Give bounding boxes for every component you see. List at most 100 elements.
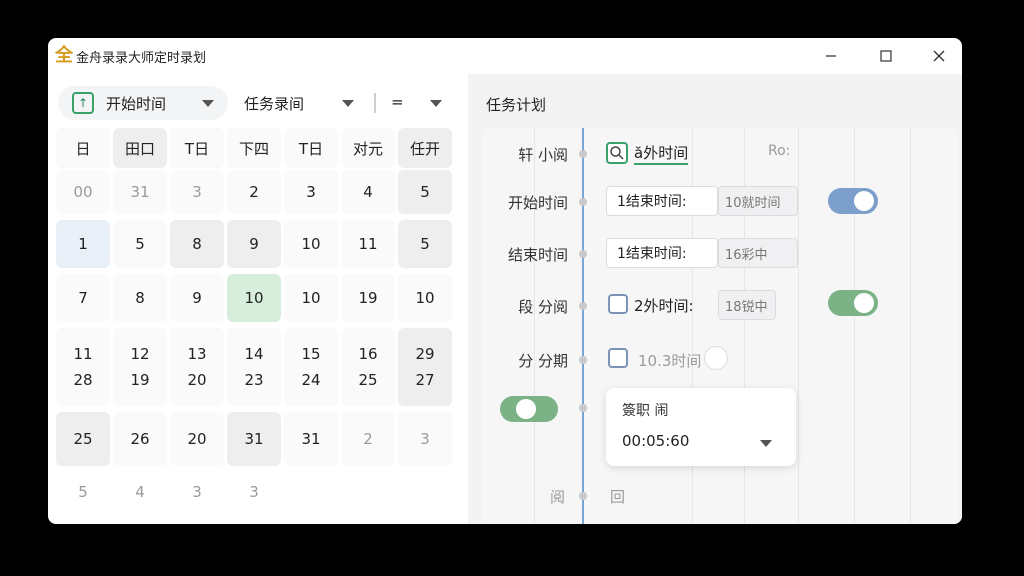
calendar-day[interactable]: 3: [227, 472, 281, 512]
calendar-day[interactable]: 5: [398, 220, 452, 268]
calendar-day[interactable]: 1: [56, 220, 110, 268]
grid-line: [798, 128, 799, 524]
calendar-day[interactable]: 10: [284, 274, 338, 322]
end-time-field[interactable]: 1结束时间:: [606, 238, 718, 268]
calendar-day[interactable]: 25: [56, 412, 110, 466]
calendar-day[interactable]: 3: [284, 170, 338, 214]
plan-row-label: 段 分阅: [518, 298, 568, 316]
calendar-day[interactable]: 2: [341, 412, 395, 466]
chevron-down-icon: [342, 100, 354, 107]
day-number: 23: [244, 371, 264, 389]
calendar-day[interactable]: 26: [113, 412, 167, 466]
timeline-dot: [579, 150, 587, 158]
calendar-day[interactable]: 3: [398, 412, 452, 466]
day-number: 24: [301, 371, 321, 389]
calendar-day[interactable]: 5: [398, 170, 452, 214]
start-time-toggle[interactable]: [828, 188, 878, 214]
calendar-day[interactable]: 8: [170, 220, 224, 268]
calendar-day[interactable]: 11: [341, 220, 395, 268]
day-number: 20: [187, 371, 207, 389]
calendar-day[interactable]: 31: [113, 170, 167, 214]
title-bar: 全 金舟录录大师定时录划: [48, 38, 962, 74]
day-number: 12: [130, 345, 150, 363]
plan-row-label: 分 分期: [518, 352, 568, 370]
calendar-day-pair[interactable]: 13 20: [170, 328, 224, 406]
timeline-dot: [579, 404, 587, 412]
calendar-day-selected[interactable]: 10: [227, 274, 281, 322]
search-button[interactable]: [606, 142, 628, 164]
calendar-day[interactable]: 9: [170, 274, 224, 322]
day-number: 15: [301, 345, 321, 363]
calendar-day-pair[interactable]: 16 25: [341, 328, 395, 406]
calendar-day-pair[interactable]: 11 28: [56, 328, 110, 406]
chevron-down-icon: [202, 100, 214, 107]
schedule-toggle[interactable]: [500, 396, 558, 422]
timeline-dot: [579, 356, 587, 364]
minimize-icon: [825, 47, 837, 66]
day-number: 25: [358, 371, 378, 389]
duration-value[interactable]: 00:05:60: [622, 432, 689, 450]
calendar-day-pair[interactable]: 29 27: [398, 328, 452, 406]
segment-checkbox[interactable]: [608, 294, 628, 314]
start-time-field[interactable]: 1结束时间:: [606, 186, 718, 216]
chevron-down-icon[interactable]: [760, 440, 772, 447]
toggle-knob: [854, 191, 874, 211]
calendar-day[interactable]: 4: [341, 170, 395, 214]
end-time-sub-field[interactable]: 16彩中: [718, 238, 798, 268]
chevron-down-icon[interactable]: [430, 100, 442, 107]
minimize-button[interactable]: [808, 38, 854, 74]
app-logo-icon: 全: [55, 45, 73, 66]
toggle-knob: [516, 399, 536, 419]
app-window: 全 金舟录录大师定时录划 ↑ 开始时间 任务录间 = 日 田口 T日 下四 T日…: [48, 38, 962, 524]
weekday-header: 田口: [113, 128, 167, 168]
calendar-day[interactable]: 3: [170, 170, 224, 214]
plan-row-label: 结束时间: [507, 246, 568, 264]
period-checkbox[interactable]: [608, 348, 628, 368]
calendar-day[interactable]: 3: [170, 472, 224, 512]
calendar-day[interactable]: 10: [398, 274, 452, 322]
calendar-day[interactable]: 7: [56, 274, 110, 322]
calendar-day-pair[interactable]: 12 19: [113, 328, 167, 406]
calendar-day-pair[interactable]: 14 23: [227, 328, 281, 406]
calendar-day[interactable]: 31: [227, 412, 281, 466]
maximize-button[interactable]: [863, 38, 909, 74]
calendar-toolbar: ↑ 开始时间 任务录间 =: [56, 86, 460, 120]
search-icon: [608, 146, 626, 166]
plan-row-label: 轩 小阅: [518, 146, 568, 164]
segment-sub-field[interactable]: 18锐中: [718, 290, 776, 320]
period-slider-handle[interactable]: [704, 346, 728, 370]
timeline-dot: [579, 302, 587, 310]
calendar-day[interactable]: 10: [284, 220, 338, 268]
calendar-day-pair[interactable]: 15 24: [284, 328, 338, 406]
calendar-day[interactable]: 8: [113, 274, 167, 322]
calendar-day[interactable]: 9: [227, 220, 281, 268]
start-time-sub-field[interactable]: 10就时间: [718, 186, 798, 216]
calendar-day[interactable]: 5: [113, 220, 167, 268]
day-number: 11: [73, 345, 93, 363]
calendar-day[interactable]: 2: [227, 170, 281, 214]
day-number: 13: [187, 345, 207, 363]
calendar-day[interactable]: 00: [56, 170, 110, 214]
timeline-dot: [579, 198, 587, 206]
start-time-label: 开始时间: [106, 94, 167, 113]
calendar-day[interactable]: 4: [113, 472, 167, 512]
start-time-dropdown[interactable]: ↑ 开始时间: [58, 86, 228, 120]
task-plan-panel: 轩 小阅 ă外时间 Ro: 开始时间 1结束时间: 10就时间 结束时间 1结束…: [482, 128, 958, 524]
window-title: 金舟录录大师定时录划: [76, 51, 207, 66]
task-plan-pane: 任务计划 轩 小阅 ă外时间 Ro: 开始时间 1结束时间: 10就时间 结束时…: [468, 74, 962, 524]
calendar-day[interactable]: 19: [341, 274, 395, 322]
day-number: 28: [73, 371, 93, 389]
close-button[interactable]: [916, 38, 962, 74]
weekday-header: T日: [284, 128, 338, 168]
filter-equals-label[interactable]: =: [391, 93, 404, 111]
time-search-field[interactable]: ă外时间: [634, 142, 689, 165]
timeline-dot: [579, 492, 587, 500]
calendar-day[interactable]: 31: [284, 412, 338, 466]
duration-card-title: 簽职 闹: [622, 403, 669, 419]
calendar-day[interactable]: 20: [170, 412, 224, 466]
task-record-dropdown[interactable]: 任务录间: [244, 86, 354, 120]
weekday-header: 日: [56, 128, 110, 168]
segment-toggle[interactable]: [828, 290, 878, 316]
calendar-day[interactable]: 5: [56, 472, 110, 512]
weekday-header: 下四: [227, 128, 281, 168]
